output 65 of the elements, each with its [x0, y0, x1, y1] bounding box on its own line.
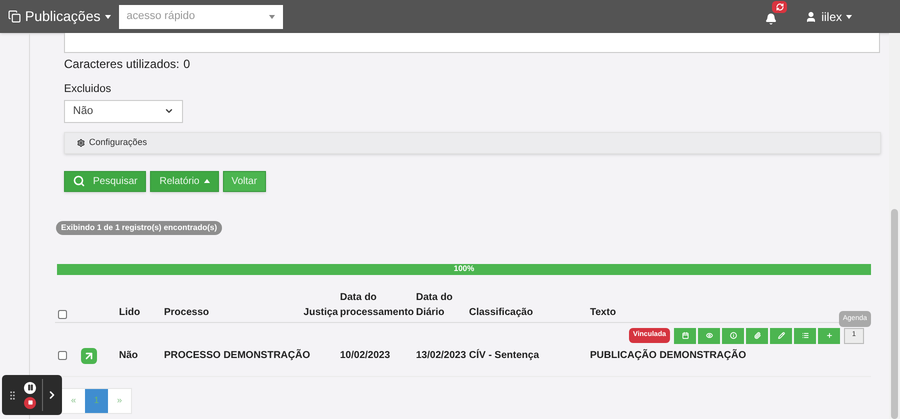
checkbox[interactable]	[58, 351, 67, 360]
documents-icon	[8, 10, 21, 23]
stop-button[interactable]	[24, 396, 36, 408]
add-button[interactable]	[818, 328, 840, 344]
quick-access-field[interactable]: acesso rápido	[118, 4, 282, 28]
report-button[interactable]: Relatório	[150, 170, 218, 192]
settings-label: Configurações	[89, 136, 148, 149]
refresh-icon	[776, 2, 784, 10]
excluded-select[interactable]: Não	[64, 100, 183, 122]
pencil-icon	[778, 332, 784, 339]
table-cell: PROCESSO DEMONSTRAÇÃO	[164, 350, 310, 361]
column-header: Lido	[119, 306, 142, 320]
pause-button[interactable]	[24, 382, 36, 394]
user-menu[interactable]: iilex	[805, 8, 852, 26]
caret-icon	[204, 179, 210, 183]
stop-icon	[28, 400, 32, 405]
view-button[interactable]	[698, 328, 720, 344]
bell-icon[interactable]	[765, 12, 778, 24]
checkbox[interactable]	[58, 310, 67, 318]
page-link[interactable]: 1	[85, 388, 108, 412]
characters-used-label: Caracteres utilizados:	[64, 56, 180, 73]
table-cell: PUBLICAÇÃO DEMONSTRAÇÃO	[590, 350, 746, 361]
table-cell: CÍV - Sentença	[469, 350, 540, 361]
paperclip-icon	[754, 332, 760, 339]
table-cell: Não	[119, 350, 138, 361]
back-button[interactable]: Voltar	[222, 170, 266, 192]
page-link[interactable]: »	[108, 388, 131, 412]
quick-access-input[interactable]: acesso rápido	[126, 8, 256, 25]
edit-button[interactable]	[770, 328, 792, 344]
results-badge: Exibindo 1 de 1 registro(s) encontrado(s)	[56, 220, 222, 234]
text-area[interactable]	[64, 33, 880, 53]
drag-handle-icon[interactable]	[7, 390, 18, 400]
column-header: Justiça	[302, 306, 339, 320]
pause-icon	[26, 384, 34, 391]
attach-button[interactable]	[746, 328, 768, 344]
caret-icon	[268, 14, 274, 18]
publications-menu[interactable]: Publicações	[8, 6, 110, 27]
chevron-icon	[164, 106, 174, 116]
column-header: Texto	[590, 306, 616, 318]
table-cell: 10/02/2023	[340, 350, 390, 361]
excluded-label: Excluidos	[64, 82, 112, 97]
column-header: Processo	[164, 306, 210, 320]
info-icon	[730, 332, 736, 339]
eye-icon	[706, 332, 712, 339]
caret-icon	[846, 14, 852, 18]
settings-panel[interactable]: Configurações	[64, 132, 881, 154]
list-button[interactable]	[794, 328, 816, 344]
calendar-button[interactable]	[674, 328, 696, 344]
user-icon	[805, 10, 818, 22]
column-header: Data do processamento	[340, 290, 415, 320]
gear-icon	[77, 138, 85, 146]
calendar-icon	[682, 332, 688, 339]
link-icon[interactable]	[81, 348, 97, 364]
plus-icon	[826, 332, 832, 339]
caret-icon	[104, 14, 110, 18]
characters-used-count: 0	[183, 56, 190, 73]
progress-bar: 100%	[57, 264, 871, 274]
column-header: Data do Diário	[416, 290, 454, 320]
list-icon	[802, 332, 808, 339]
table-cell: 13/02/2023	[416, 350, 466, 361]
info-button[interactable]	[722, 328, 744, 344]
search-button[interactable]: Pesquisar	[64, 170, 146, 192]
page-link[interactable]: «	[62, 388, 85, 412]
search-icon	[73, 175, 85, 187]
column-header: Classificação	[469, 306, 534, 320]
